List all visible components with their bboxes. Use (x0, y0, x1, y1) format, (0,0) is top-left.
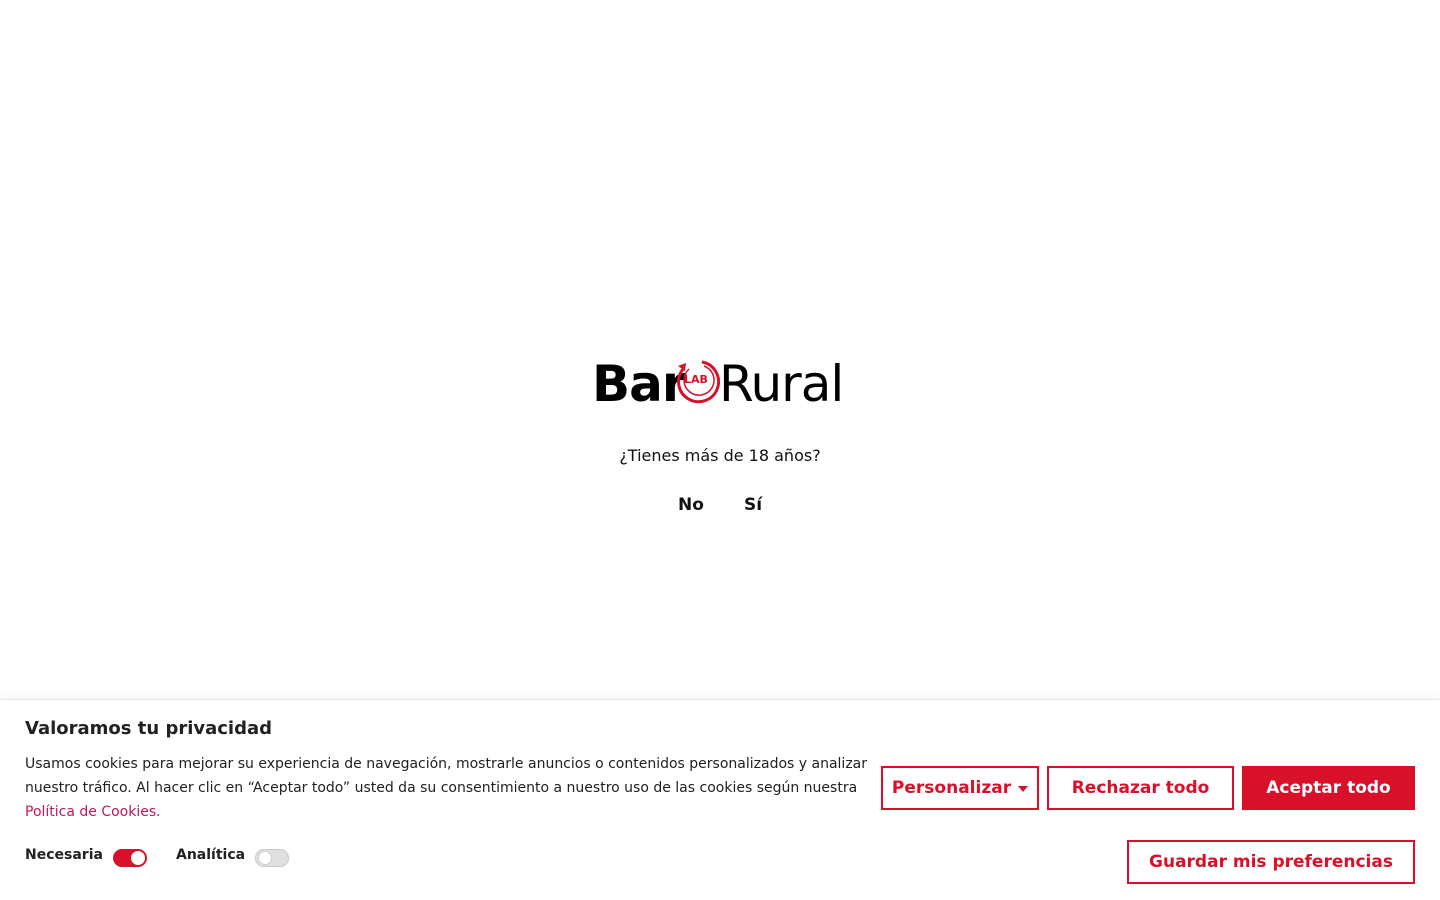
age-yes-button[interactable]: Sí (744, 494, 762, 516)
necessary-toggle-switch[interactable] (112, 849, 147, 867)
toggle-necessary-label: Necesaria (25, 847, 103, 863)
cookie-description-text: Usamos cookies para mejorar su experienc… (25, 756, 867, 796)
cookie-banner: Valoramos tu privacidad Usamos cookies p… (0, 699, 1440, 900)
barrural-lab-logo: Bar LAB Rural (592, 352, 852, 414)
cookie-policy-link[interactable]: Política de Cookies. (25, 804, 161, 820)
reject-all-button[interactable]: Rechazar todo (1047, 766, 1234, 810)
personalize-button-label: Personalizar (891, 778, 1012, 798)
personalize-button[interactable]: Personalizar (881, 766, 1039, 810)
cookie-description: Usamos cookies para mejorar su experienc… (25, 752, 870, 824)
toggle-analytics-label: Analítica (176, 847, 246, 863)
cookie-title: Valoramos tu privacidad (25, 718, 273, 739)
age-gate: Bar LAB Rural ¿Tienes más de 18 años? No… (0, 0, 1440, 700)
logo-word-rural: Rural (719, 355, 844, 413)
age-question: ¿Tienes más de 18 años? (619, 446, 821, 465)
caret-down-icon (1018, 786, 1029, 792)
toggle-necessary: Necesaria (25, 843, 147, 867)
toggle-knob (130, 851, 145, 865)
lab-circle-icon: LAB (677, 360, 720, 404)
toggle-analytics: Analítica (176, 843, 290, 867)
analytics-toggle-switch[interactable] (255, 849, 290, 867)
save-preferences-button[interactable]: Guardar mis preferencias (1127, 840, 1415, 884)
age-no-button[interactable]: No (678, 494, 704, 516)
accept-all-button[interactable]: Aceptar todo (1242, 766, 1415, 810)
toggle-knob (258, 851, 273, 865)
logo-lab-text: LAB (684, 373, 708, 386)
